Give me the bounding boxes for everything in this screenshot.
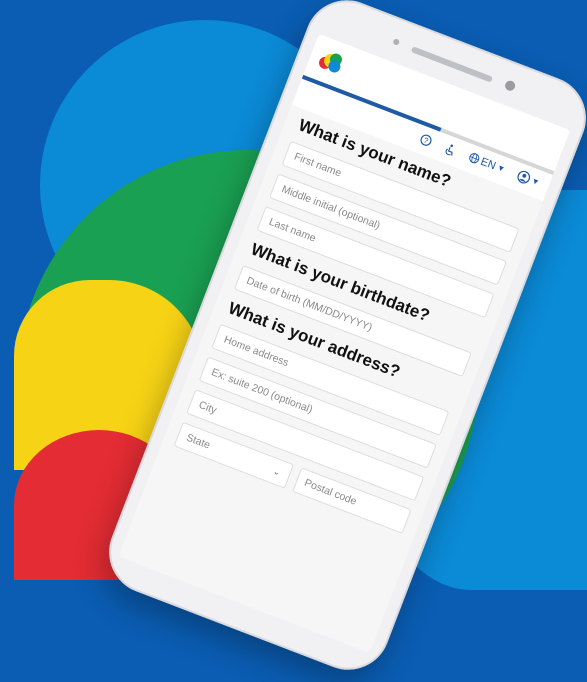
state-label: State [184,431,212,452]
language-label: EN [479,155,498,172]
accessibility-button[interactable] [443,141,459,157]
phone-sensor [392,38,401,46]
caret-down-icon: ▼ [530,176,541,188]
chevron-down-icon: ⌄ [271,465,283,478]
phone-camera [503,79,517,93]
profile-menu-button[interactable]: ▼ [515,169,541,189]
accessibility-icon [445,143,454,155]
help-button[interactable]: ? [418,132,434,148]
help-circle-icon: ? [420,134,432,145]
app-logo-icon [319,53,342,73]
caret-down-icon: ▼ [495,162,507,175]
